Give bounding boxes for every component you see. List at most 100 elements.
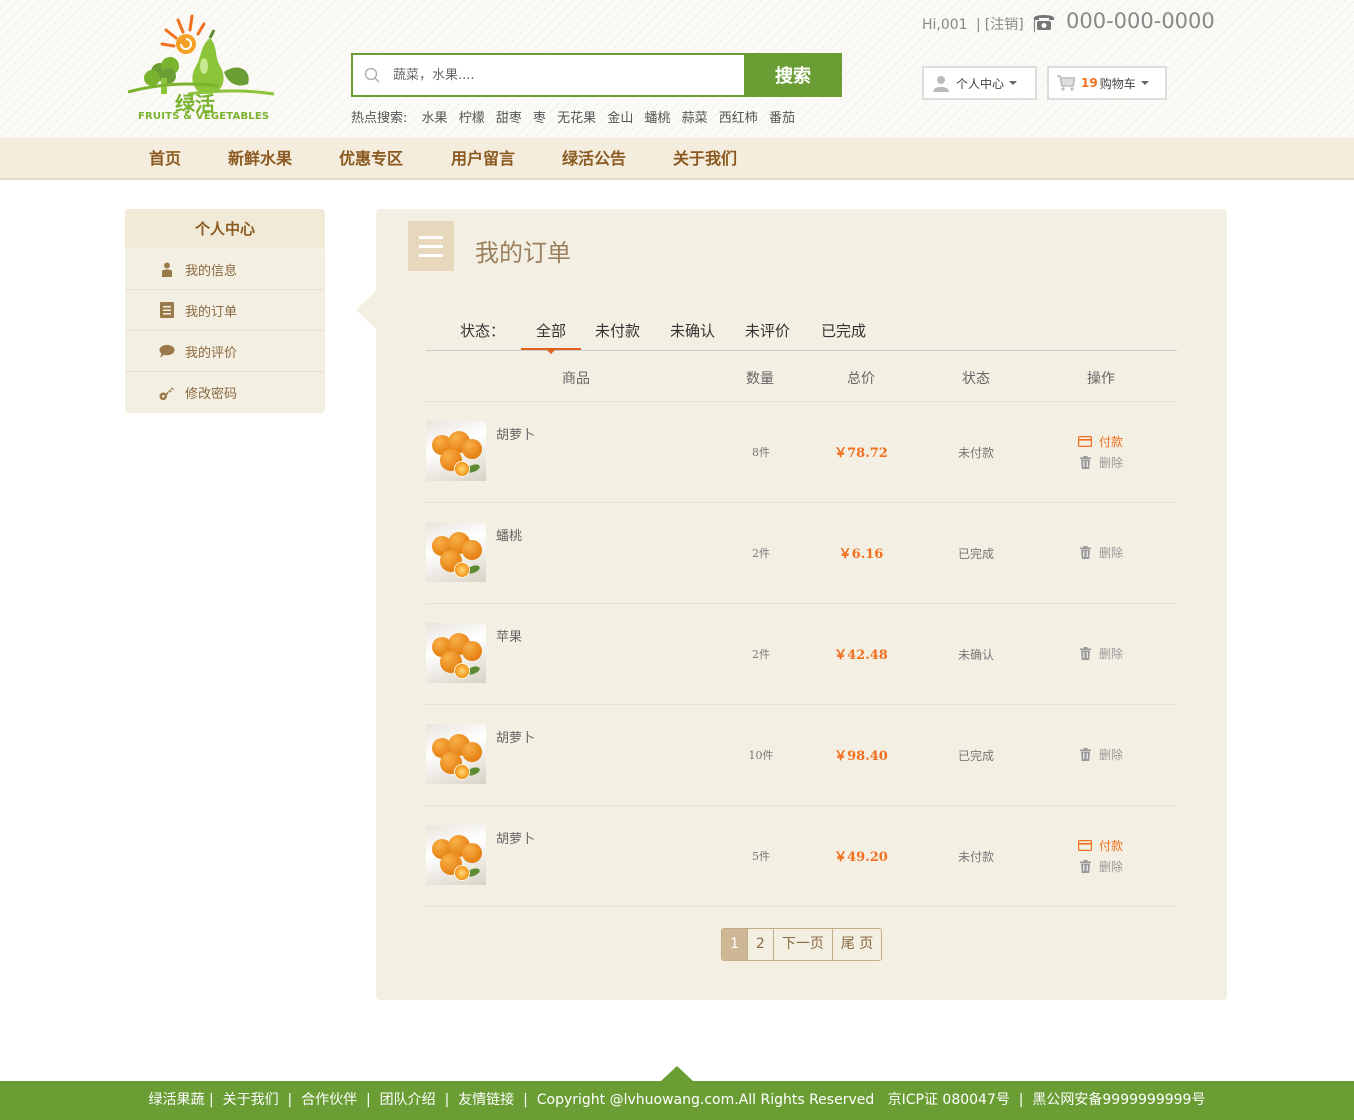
nav-item-deals[interactable]: 优惠专区 xyxy=(339,138,403,180)
sidebar-item-label: 我的信息 xyxy=(185,263,238,279)
user-icon xyxy=(933,76,949,92)
col-header-total: 总价 xyxy=(847,371,875,387)
sidebar-item-label: 我的评价 xyxy=(185,345,238,361)
table-row: 苹果 2件 ￥42.48 未确认 删除 xyxy=(426,604,1177,705)
nav-item-home[interactable]: 首页 xyxy=(149,138,181,180)
footer-link[interactable]: 合作伙伴 xyxy=(301,1092,357,1108)
footer-link[interactable]: 关于我们 xyxy=(223,1092,279,1108)
delete-label: 删除 xyxy=(1099,456,1124,470)
product-image[interactable] xyxy=(426,724,486,784)
hot-term[interactable]: 柠檬 xyxy=(459,111,485,126)
sidebar-item-change-password[interactable]: 修改密码 xyxy=(125,372,325,413)
hot-term[interactable]: 蒜菜 xyxy=(682,111,708,126)
pay-button[interactable]: 付款 xyxy=(1078,837,1123,854)
nav-item-fresh-fruit[interactable]: 新鲜水果 xyxy=(228,138,292,180)
delete-button[interactable]: 删除 xyxy=(1078,645,1123,662)
page-button-2[interactable]: 2 xyxy=(746,929,773,960)
hot-term[interactable]: 西红柿 xyxy=(719,111,758,126)
sidebar-item-my-reviews[interactable]: 我的评价 xyxy=(125,331,325,372)
order-quantity: 5件 xyxy=(752,850,770,863)
footer-link[interactable]: 团队介绍 xyxy=(380,1092,436,1108)
main-nav: 首页 新鲜水果 优惠专区 用户留言 绿活公告 关于我们 xyxy=(0,138,1354,180)
delete-button[interactable]: 删除 xyxy=(1078,454,1123,471)
card-icon xyxy=(1078,839,1092,853)
col-header-actions: 操作 xyxy=(1087,371,1115,387)
nav-item-messages[interactable]: 用户留言 xyxy=(451,138,515,180)
product-name[interactable]: 苹果 xyxy=(496,626,522,645)
tab-unpaid[interactable]: 未付款 xyxy=(595,320,640,341)
hot-term[interactable]: 枣 xyxy=(533,111,546,126)
tab-unreviewed[interactable]: 未评价 xyxy=(745,320,790,341)
table-row: 胡萝卜 8件 ￥78.72 未付款 付款 删除 xyxy=(426,402,1177,503)
footer-link[interactable]: 友情链接 xyxy=(458,1092,514,1108)
sidebar-item-label: 修改密码 xyxy=(185,387,238,402)
sidebar: 个人中心 我的信息 我的订单 我的评价 修改密码 xyxy=(125,209,325,413)
active-tab-indicator xyxy=(521,348,581,354)
product-name[interactable]: 蟠桃 xyxy=(496,525,522,544)
product-image[interactable] xyxy=(426,623,486,683)
product-image[interactable] xyxy=(426,825,486,885)
icp-text: 京ICP证 080047号 xyxy=(887,1092,1010,1108)
product-name[interactable]: 胡萝卜 xyxy=(496,424,535,443)
col-header-product: 商品 xyxy=(562,371,590,387)
separator: | xyxy=(976,17,981,33)
delete-label: 删除 xyxy=(1099,748,1124,762)
product-name[interactable]: 胡萝卜 xyxy=(496,828,535,847)
sidebar-title: 个人中心 xyxy=(125,209,325,249)
product-name[interactable]: 胡萝卜 xyxy=(496,727,535,746)
delete-button[interactable]: 删除 xyxy=(1078,858,1123,875)
user-greeting: Hi,001 xyxy=(922,17,968,33)
order-quantity: 8件 xyxy=(752,446,770,459)
hot-term[interactable]: 金山 xyxy=(607,111,633,126)
nav-item-announcements[interactable]: 绿活公告 xyxy=(562,138,626,180)
comment-icon xyxy=(159,343,175,359)
user-center-label: 个人中心 xyxy=(956,76,1005,91)
pay-button[interactable]: 付款 xyxy=(1078,433,1123,450)
last-page-button[interactable]: 尾 页 xyxy=(831,929,881,960)
phone-icon xyxy=(1034,15,1054,30)
search-input[interactable] xyxy=(353,55,745,95)
page-title: 我的订单 xyxy=(475,239,571,267)
page-button-1[interactable]: 1 xyxy=(722,929,747,960)
cart-count: 19 xyxy=(1081,76,1098,90)
product-image[interactable] xyxy=(426,522,486,582)
hot-term[interactable]: 番茄 xyxy=(769,111,795,126)
user-center-dropdown[interactable]: 个人中心 xyxy=(922,66,1037,100)
footer-link[interactable]: 绿活果蔬 xyxy=(149,1092,205,1108)
delete-button[interactable]: 删除 xyxy=(1078,746,1123,763)
hot-term[interactable]: 无花果 xyxy=(557,111,596,126)
hot-term[interactable]: 甜枣 xyxy=(496,111,522,126)
tab-completed[interactable]: 已完成 xyxy=(821,320,866,341)
order-total: ￥42.48 xyxy=(834,648,888,663)
tab-unconfirmed[interactable]: 未确认 xyxy=(670,320,715,341)
order-total: ￥98.40 xyxy=(834,749,888,764)
sidebar-item-label: 我的订单 xyxy=(185,304,238,320)
orders-panel: 我的订单 状态： 全部 未付款 未确认 未评价 已完成 商品 数量 总价 状态 … xyxy=(376,209,1227,1000)
hot-term[interactable]: 蟠桃 xyxy=(644,111,670,126)
hot-search-bar: 热点搜索: 水果 柠檬 甜枣 枣 无花果 金山 蟠桃 蒜菜 西红柿 番茄 xyxy=(351,107,802,126)
next-page-button[interactable]: 下一页 xyxy=(772,929,832,960)
header: 绿活 FRUITS & VEGETABLES 搜索 热点搜索: 水果 柠檬 甜枣… xyxy=(0,0,1354,138)
sidebar-item-my-info[interactable]: 我的信息 xyxy=(125,249,325,290)
cart-dropdown[interactable]: 19 购物车 xyxy=(1047,66,1167,100)
sidebar-item-my-orders[interactable]: 我的订单 xyxy=(125,290,325,331)
col-header-quantity: 数量 xyxy=(746,371,774,387)
logout-link[interactable]: [注销] xyxy=(985,17,1024,33)
trash-icon xyxy=(1078,456,1092,470)
tab-all[interactable]: 全部 xyxy=(536,320,566,341)
col-header-status: 状态 xyxy=(962,371,990,387)
delete-label: 删除 xyxy=(1099,860,1124,874)
cart-label: 购物车 xyxy=(1099,76,1136,91)
product-image[interactable] xyxy=(426,421,486,481)
order-quantity: 2件 xyxy=(752,547,770,560)
nav-item-about[interactable]: 关于我们 xyxy=(673,138,737,180)
security-text: 黑公网安备9999999999号 xyxy=(1032,1092,1206,1108)
search-button[interactable]: 搜索 xyxy=(744,53,842,97)
delete-label: 删除 xyxy=(1099,647,1124,661)
delete-button[interactable]: 删除 xyxy=(1078,544,1123,561)
hot-term[interactable]: 水果 xyxy=(422,111,448,126)
key-icon xyxy=(159,385,175,401)
order-total: ￥78.72 xyxy=(834,446,888,461)
list-icon xyxy=(159,302,175,318)
footer-pointer xyxy=(661,1066,693,1081)
